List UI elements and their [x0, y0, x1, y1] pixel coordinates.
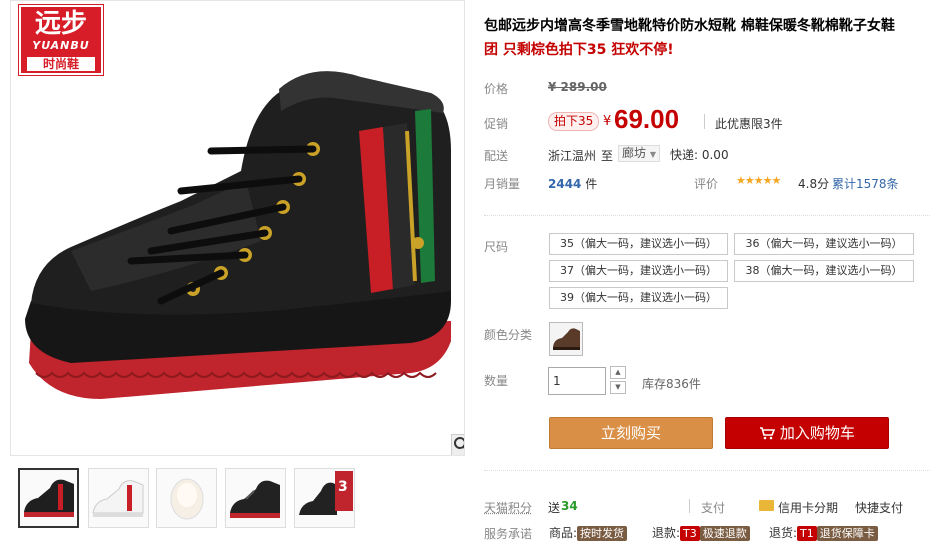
price-label: 价格 — [484, 82, 509, 96]
rating-label: 评价 — [694, 177, 719, 191]
service-return-label: 退货: — [769, 526, 798, 540]
rating-stars-icon: ★★★★★ — [736, 174, 781, 187]
size-label: 尺码 — [484, 240, 509, 254]
size-option-37[interactable]: 37（偏大一码，建议选小一码） — [549, 260, 728, 282]
promo-label: 促销 — [484, 117, 509, 131]
points-value: 34 — [561, 499, 578, 513]
return-badge: 退货保障卡 — [816, 526, 878, 541]
points-label: 天猫积分 — [484, 501, 533, 515]
chevron-up-icon[interactable]: ▲ — [610, 366, 626, 379]
ship-from: 浙江温州 — [548, 149, 597, 163]
product-title: 包邮远步内增高冬季雪地靴特价防水短靴 棉鞋保暖冬靴棉靴子女鞋 团 只剩棕色拍下3… — [484, 14, 920, 62]
product-promo-line: 团 只剩棕色拍下35 狂欢不停! — [484, 42, 674, 58]
buy-now-button[interactable]: 立刻购买 — [549, 417, 713, 449]
zoom-icon[interactable] — [451, 434, 464, 455]
quick-pay: 快捷支付 — [855, 501, 904, 515]
svg-text:3: 3 — [338, 479, 348, 495]
sales-count-wrap: 2444 件 — [548, 175, 597, 192]
thumbnail-1[interactable] — [18, 468, 79, 528]
currency-symbol: ¥ — [603, 114, 612, 129]
size-option-35[interactable]: 35（偏大一码，建议选小一码） — [549, 233, 728, 255]
rating-score: 4.8分 — [798, 177, 830, 191]
sales-label: 月销量 — [484, 177, 521, 191]
ship-to-word: 至 — [601, 149, 614, 163]
review-count-link[interactable]: 累计1578条 — [832, 175, 899, 192]
payment-label: 支付 — [701, 501, 726, 515]
divider — [704, 114, 705, 129]
logo-brand-en: YUANBU — [32, 39, 90, 52]
stock-count: 库存836件 — [642, 377, 701, 391]
service-promise-label: 服务承诺 — [484, 527, 533, 541]
promo-limit: 此优惠限3件 — [715, 117, 783, 131]
thumbnail-5[interactable]: 3 — [294, 468, 355, 528]
return-code-badge: T1 — [797, 526, 817, 541]
thumbnail-3[interactable] — [156, 468, 217, 528]
credit-card-icon — [759, 500, 774, 511]
divider — [484, 470, 930, 471]
quantity-label: 数量 — [484, 374, 509, 388]
product-gallery: 远步 YUANBU 时尚鞋 3 — [0, 0, 468, 548]
thumbnail-4[interactable] — [225, 468, 286, 528]
chevron-down-icon: ▼ — [649, 150, 656, 159]
promo-tag-badge: 拍下35 — [548, 112, 600, 131]
shipping-label: 配送 — [484, 149, 509, 163]
cart-icon — [759, 424, 780, 442]
add-to-cart-label: 加入购物车 — [779, 424, 855, 442]
points-prefix: 送 — [548, 501, 561, 515]
promo-price: 69.00 — [614, 104, 680, 134]
brand-logo: 远步 YUANBU 时尚鞋 — [18, 4, 104, 76]
destination-value: 廊坊 — [622, 146, 647, 160]
divider — [689, 499, 690, 513]
original-price: ¥ 289.00 — [548, 80, 607, 94]
product-title-main: 包邮远步内增高冬季雪地靴特价防水短靴 棉鞋保暖冬靴棉靴子女鞋 — [484, 18, 895, 34]
divider — [484, 215, 930, 216]
destination-select[interactable]: 廊坊 ▼ — [618, 145, 660, 162]
express-fee: 快递: 0.00 — [670, 148, 729, 162]
size-option-36[interactable]: 36（偏大一码，建议选小一码） — [734, 233, 914, 255]
service-refund: 退款: T3 极速退款 — [652, 524, 750, 541]
logo-brand-cn: 远步 — [34, 9, 87, 39]
size-option-39[interactable]: 39（偏大一码，建议选小一码） — [549, 287, 728, 309]
size-option-38[interactable]: 38（偏大一码，建议选小一码） — [734, 260, 914, 282]
service-refund-label: 退款: — [652, 526, 681, 540]
service-return: 退货: T1 退货保障卡 — [769, 524, 878, 541]
thumbnail-2[interactable] — [88, 468, 149, 528]
service-goods-label: 商品: — [549, 526, 578, 540]
add-to-cart-button[interactable]: 加入购物车 — [725, 417, 889, 449]
credit-card-installment: 信用卡分期 — [778, 501, 839, 515]
sales-count: 2444 — [548, 177, 582, 191]
quantity-input[interactable] — [548, 367, 606, 395]
refund-badge: 极速退款 — [699, 526, 750, 541]
main-product-image[interactable]: 远步 YUANBU 时尚鞋 — [10, 0, 465, 456]
color-label: 颜色分类 — [484, 328, 533, 342]
sales-unit: 件 — [585, 177, 598, 191]
chevron-down-icon[interactable]: ▼ — [610, 381, 626, 394]
service-goods: 商品: 按时发货 — [549, 524, 628, 541]
color-option-brown[interactable] — [549, 322, 583, 356]
refund-code-badge: T3 — [680, 526, 700, 541]
goods-badge: 按时发货 — [577, 526, 628, 541]
logo-tagline: 时尚鞋 — [27, 57, 95, 71]
